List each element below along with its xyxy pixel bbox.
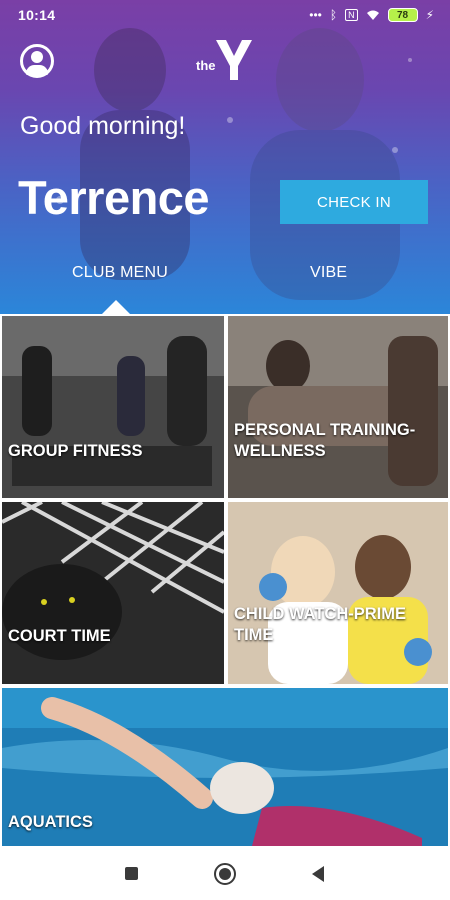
court-time-photo xyxy=(2,502,224,684)
bluetooth-icon: ᛒ xyxy=(329,8,338,22)
tile-group-fitness[interactable]: GROUP FITNESS xyxy=(2,316,224,498)
group-fitness-photo xyxy=(2,316,224,498)
greeting-text: Good morning! xyxy=(20,112,186,140)
child-watch-photo xyxy=(228,502,448,684)
wifi-icon xyxy=(366,10,379,20)
hero-header: 10:14 ••• ᛒ N 78 ⚡ the Good morning! Ter… xyxy=(0,0,450,314)
tile-label-court-time: COURT TIME xyxy=(8,627,111,645)
home-circle-icon[interactable] xyxy=(214,863,236,885)
status-bar: 10:14 ••• ᛒ N 78 ⚡ xyxy=(0,0,450,30)
status-icons: ••• ᛒ N 78 ⚡ xyxy=(309,8,434,22)
tile-aquatics[interactable]: AQUATICS xyxy=(2,688,448,846)
personal-training-photo xyxy=(228,316,448,498)
tile-label-child-watch: CHILD WATCH-PRIME TIME xyxy=(234,605,407,644)
profile-icon[interactable] xyxy=(20,44,54,78)
back-triangle-icon[interactable] xyxy=(312,866,324,882)
charging-icon: ⚡ xyxy=(425,8,434,22)
tab-club-menu[interactable]: CLUB MENU xyxy=(72,264,168,282)
check-in-button[interactable]: CHECK IN xyxy=(280,180,428,224)
nfc-icon: N xyxy=(345,9,358,21)
y-logo-icon xyxy=(216,40,252,80)
tile-court-time[interactable]: COURT TIME xyxy=(2,502,224,684)
user-name: Terrence xyxy=(18,171,210,224)
tab-vibe[interactable]: VIBE xyxy=(310,264,347,282)
tab-selected-indicator xyxy=(102,300,130,314)
tile-child-watch[interactable]: CHILD WATCH-PRIME TIME xyxy=(228,502,448,684)
tile-personal-training[interactable]: PERSONAL TRAINING-WELLNESS xyxy=(228,316,448,498)
tile-label-personal-training: PERSONAL TRAINING-WELLNESS xyxy=(234,421,416,460)
ymca-logo: the xyxy=(196,38,256,82)
battery-icon: 78 xyxy=(387,8,418,22)
tile-label-aquatics: AQUATICS xyxy=(8,813,93,831)
status-time: 10:14 xyxy=(18,7,56,23)
dots-icon: ••• xyxy=(309,8,322,22)
recents-square-icon[interactable] xyxy=(125,867,138,880)
system-nav-bar xyxy=(0,850,450,900)
tile-label-group-fitness: GROUP FITNESS xyxy=(8,442,143,460)
